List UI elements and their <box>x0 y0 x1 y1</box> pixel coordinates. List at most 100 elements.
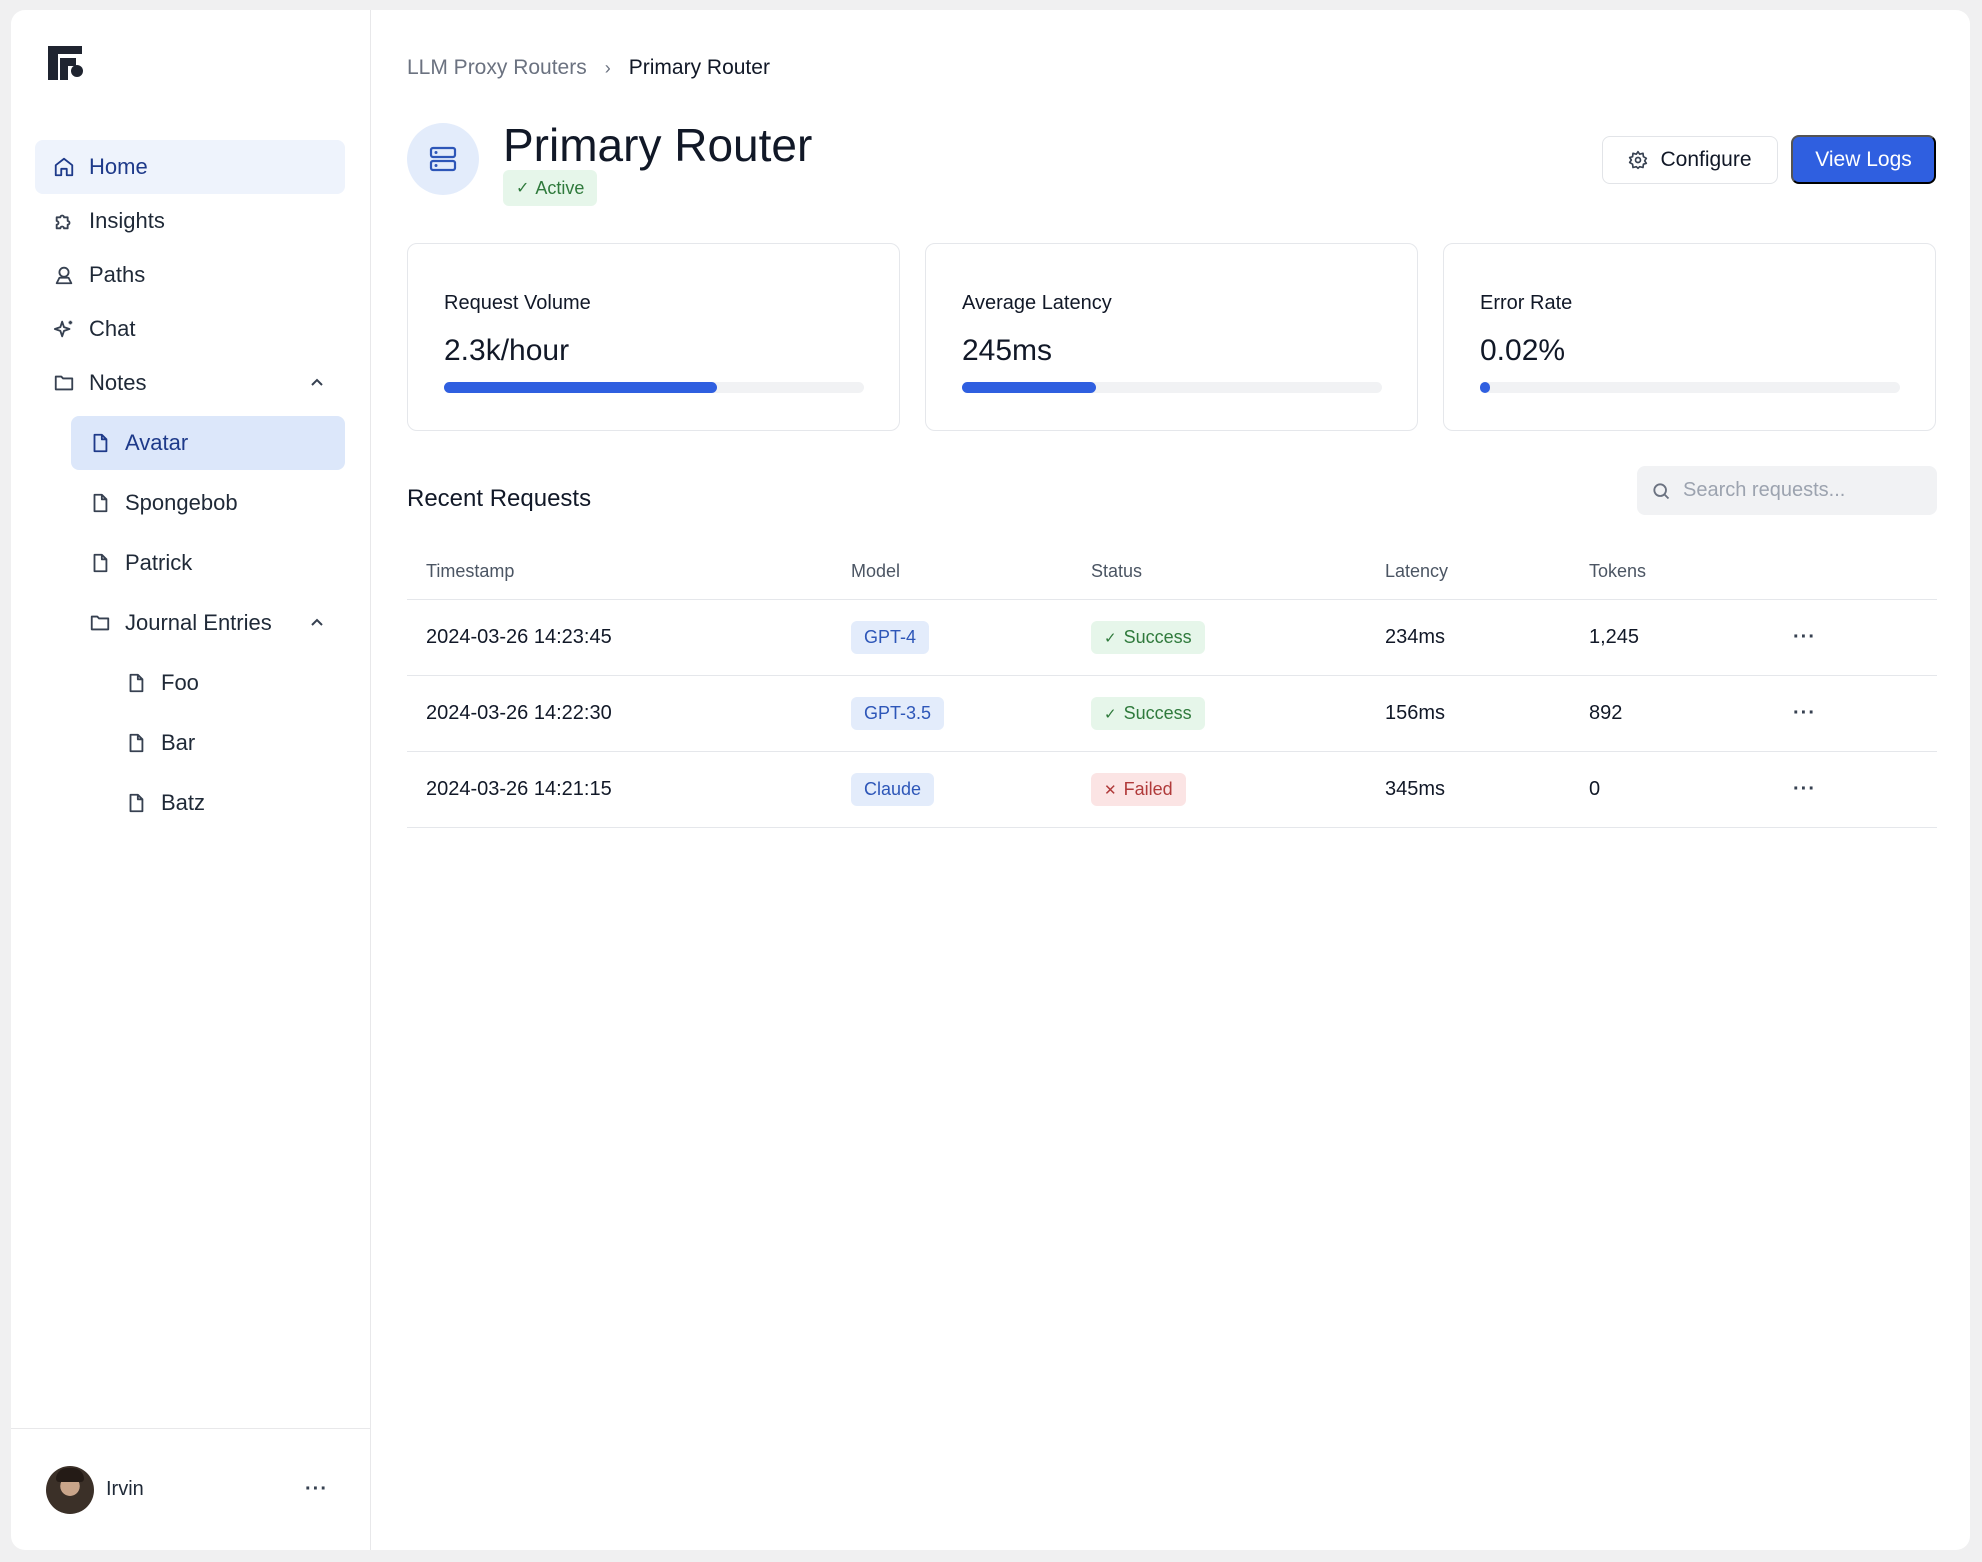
sidebar-item-notes[interactable]: Notes <box>35 356 345 410</box>
configure-button[interactable]: Configure <box>1602 136 1778 184</box>
sidebar-item-home[interactable]: Home <box>35 140 345 194</box>
app-logo[interactable] <box>46 44 86 84</box>
search-icon <box>1653 482 1670 499</box>
status-label: Active <box>535 177 585 198</box>
column-header[interactable]: Status <box>1091 561 1385 582</box>
breadcrumb: LLM Proxy Routers › Primary Router <box>407 56 770 80</box>
model-badge: GPT-3.5 <box>851 697 945 730</box>
folder-icon <box>53 372 75 394</box>
user-menu-icon[interactable]: ··· <box>305 1478 328 1501</box>
model-badge: Claude <box>851 773 935 806</box>
stat-value: 0.02% <box>1480 334 1566 367</box>
cell-timestamp: 2024-03-26 14:22:30 <box>426 702 612 724</box>
progress-fill <box>962 382 1097 393</box>
sidebar-item-label: Patrick <box>125 550 193 575</box>
sidebar-item-patrick[interactable]: Patrick <box>71 536 345 590</box>
status-badge: ✓ Active <box>503 170 598 206</box>
file-icon <box>89 432 111 454</box>
sidebar-item-bar[interactable]: Bar <box>107 716 345 770</box>
sidebar-item-avatar[interactable]: Avatar <box>71 416 345 470</box>
stat-label: Average Latency <box>962 292 1112 314</box>
gear-icon <box>1629 150 1648 170</box>
user-pin-icon <box>53 264 75 286</box>
sidebar-item-label: Bar <box>161 730 196 755</box>
sidebar-item-label: Insights <box>89 208 165 233</box>
column-header[interactable]: Model <box>851 561 1091 582</box>
search-box <box>1637 466 1937 515</box>
sidebar-item-chat[interactable]: Chat <box>35 302 345 356</box>
table-row[interactable]: 2024-03-26 14:22:30 GPT-3.5 ✓ Success 156… <box>407 676 1937 752</box>
home-icon <box>53 156 75 178</box>
status-badge: ✓ Success <box>1091 697 1205 730</box>
sidebar: Home Insights Paths Chat Notes Avatar Sp… <box>11 10 371 1550</box>
sidebar-item-label: Batz <box>161 790 206 815</box>
cell-tokens: 892 <box>1589 702 1623 724</box>
stat-card-error-rate: Error Rate 0.02% <box>1443 243 1936 431</box>
cell-tokens: 0 <box>1589 778 1601 800</box>
breadcrumb-parent-link[interactable]: LLM Proxy Routers <box>407 56 587 80</box>
status-label: Success <box>1123 627 1192 647</box>
row-menu-icon[interactable]: ··· <box>1793 778 1937 801</box>
x-icon: ✕ <box>1104 781 1117 799</box>
sidebar-item-label: Home <box>89 154 148 179</box>
sparkle-icon <box>53 318 75 340</box>
progress-fill <box>1480 382 1490 393</box>
server-icon <box>407 123 479 195</box>
sidebar-item-label: Notes <box>89 370 147 395</box>
search-input[interactable] <box>1683 479 1913 502</box>
sidebar-item-label: Chat <box>89 316 136 341</box>
stat-card-average-latency: Average Latency 245ms <box>925 243 1418 431</box>
section-title: Recent Requests <box>407 485 592 512</box>
chevron-up-icon[interactable] <box>309 375 325 391</box>
file-icon <box>125 732 147 754</box>
column-header[interactable]: Tokens <box>1589 561 1793 582</box>
sidebar-item-spongebob[interactable]: Spongebob <box>71 476 345 530</box>
table-row[interactable]: 2024-03-26 14:21:15 Claude ✕ Failed 345ms… <box>407 752 1937 828</box>
status-badge: ✕ Failed <box>1091 773 1186 806</box>
progress-track <box>962 382 1382 393</box>
cell-timestamp: 2024-03-26 14:21:15 <box>426 778 612 800</box>
sidebar-nav: Home Insights Paths Chat Notes Avatar Sp… <box>35 140 345 830</box>
page-title: Primary Router <box>503 119 813 171</box>
sidebar-item-journal-entries[interactable]: Journal Entries <box>71 596 345 650</box>
column-header[interactable]: Latency <box>1385 561 1589 582</box>
stat-label: Error Rate <box>1480 292 1573 314</box>
row-menu-icon[interactable]: ··· <box>1793 626 1937 649</box>
sidebar-item-label: Avatar <box>125 430 189 455</box>
user-profile[interactable]: Irvin ··· <box>11 1428 370 1550</box>
status-label: Success <box>1123 703 1192 723</box>
status-label: Failed <box>1123 779 1173 799</box>
sidebar-item-paths[interactable]: Paths <box>35 248 345 302</box>
journal-children: Foo Bar Batz <box>35 656 345 830</box>
file-icon <box>125 792 147 814</box>
row-menu-icon[interactable]: ··· <box>1793 702 1937 725</box>
stat-label: Request Volume <box>444 292 591 314</box>
stat-card-request-volume: Request Volume 2.3k/hour <box>407 243 900 431</box>
folder-icon <box>89 612 111 634</box>
sidebar-item-label: Spongebob <box>125 490 238 515</box>
model-badge: GPT-4 <box>851 621 930 654</box>
breadcrumb-current: Primary Router <box>628 56 770 79</box>
requests-table: Timestamp Model Status Latency Tokens 20… <box>407 544 1937 828</box>
chevron-up-icon[interactable] <box>309 615 325 631</box>
table-row[interactable]: 2024-03-26 14:23:45 GPT-4 ✓ Success 234ms… <box>407 600 1937 676</box>
sidebar-item-batz[interactable]: Batz <box>107 776 345 830</box>
check-icon: ✓ <box>1104 629 1117 647</box>
progress-track <box>444 382 864 393</box>
column-header[interactable]: Timestamp <box>407 561 851 582</box>
cell-latency: 156ms <box>1385 702 1446 724</box>
notes-children: Avatar Spongebob Patrick Journal Entries <box>35 416 345 650</box>
cell-latency: 345ms <box>1385 778 1446 800</box>
file-icon <box>125 672 147 694</box>
progress-fill <box>444 382 717 393</box>
sidebar-item-insights[interactable]: Insights <box>35 194 345 248</box>
cell-timestamp: 2024-03-26 14:23:45 <box>426 626 612 648</box>
sidebar-item-foo[interactable]: Foo <box>107 656 345 710</box>
cell-tokens: 1,245 <box>1589 626 1640 648</box>
view-logs-button[interactable]: View Logs <box>1791 135 1936 184</box>
puzzle-icon <box>53 210 75 232</box>
check-icon: ✓ <box>1104 705 1117 723</box>
stat-value: 2.3k/hour <box>444 334 570 367</box>
table-header: Timestamp Model Status Latency Tokens <box>407 544 1937 600</box>
avatar[interactable] <box>46 1465 94 1514</box>
